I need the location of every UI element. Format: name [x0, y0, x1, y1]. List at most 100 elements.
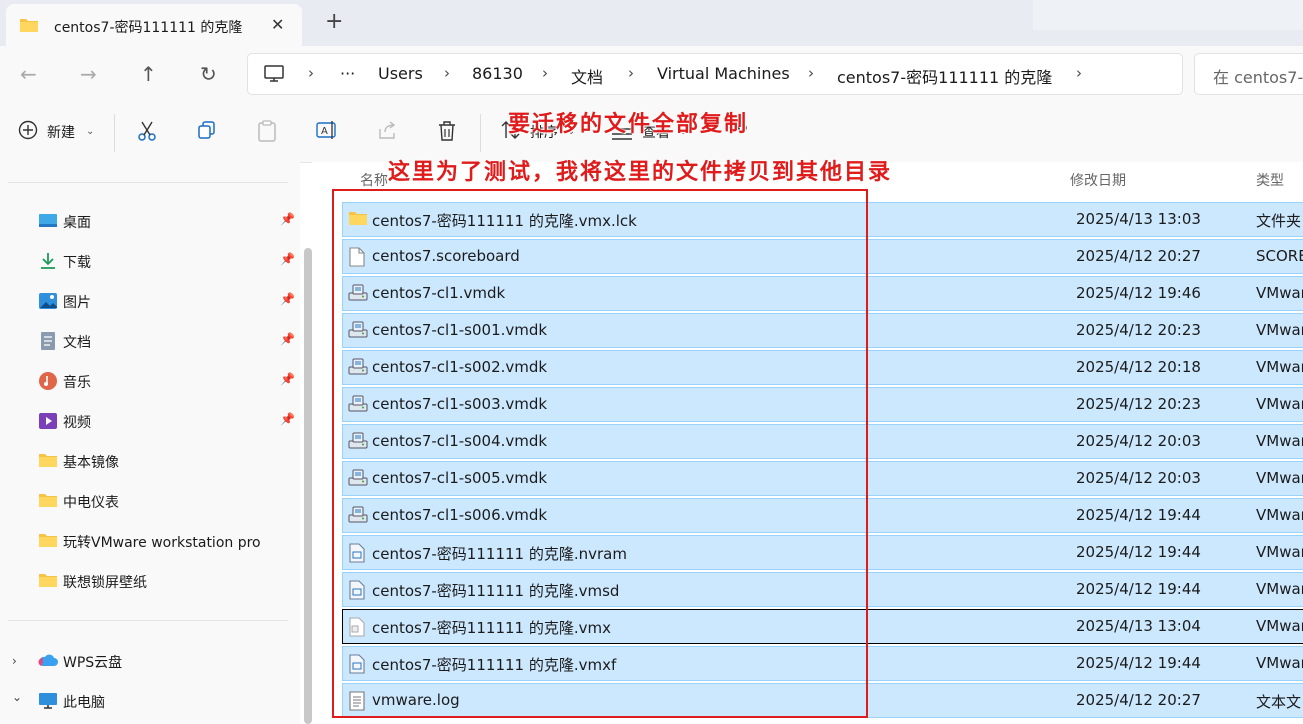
file-type: VMwar	[1256, 469, 1303, 487]
breadcrumb-item[interactable]: 文档	[571, 64, 603, 88]
navigation-pane: 桌面 📌 下载 📌 图片 📌 文档 📌 音乐 📌 视频 📌 基本镜像 中电仪表 …	[0, 162, 300, 724]
address-bar[interactable]: › ··· Users › 86130 › 文档 › Virtual Machi…	[247, 53, 1183, 95]
breadcrumb-item[interactable]: Users	[378, 64, 423, 83]
music-icon	[38, 372, 58, 390]
sidebar-item-pictures[interactable]: 图片 📌	[36, 286, 296, 318]
sidebar-item-downloads[interactable]: 下载 📌	[36, 246, 296, 278]
file-type: VMwar	[1256, 395, 1303, 413]
file-date: 2025/4/13 13:04	[1076, 617, 1201, 635]
paste-icon[interactable]	[257, 120, 277, 146]
file-type: 文本文	[1256, 693, 1302, 711]
file-date: 2025/4/12 19:44	[1076, 580, 1201, 598]
file-date: 2025/4/12 20:03	[1076, 469, 1201, 487]
file-date: 2025/4/12 19:44	[1076, 654, 1201, 672]
folder-icon	[38, 492, 58, 510]
this-pc-icon[interactable]	[264, 65, 284, 87]
chevron-down-icon[interactable]: ⌄	[12, 690, 22, 704]
pin-icon[interactable]: 📌	[280, 252, 295, 266]
tab-bar: centos7-密码111111 的克隆 ✕ +	[0, 0, 1303, 46]
sidebar-scrollbar[interactable]	[304, 248, 312, 724]
breadcrumb-item[interactable]: Virtual Machines	[657, 64, 790, 83]
column-header-type[interactable]: 类型	[1256, 170, 1284, 190]
search-input[interactable]: 在 centos7-	[1194, 53, 1303, 95]
file-type: VMwar	[1256, 580, 1303, 598]
cut-icon[interactable]	[137, 120, 157, 146]
file-type: VMwar	[1256, 432, 1303, 450]
rename-icon[interactable]: A	[316, 120, 338, 144]
close-icon[interactable]: ✕	[271, 15, 284, 34]
sidebar-item-wps-cloud[interactable]: WPS云盘	[36, 646, 296, 678]
videos-icon	[38, 412, 58, 430]
folder-icon	[38, 452, 58, 470]
tab-title: centos7-密码111111 的克隆	[54, 20, 243, 36]
breadcrumb-item[interactable]: 86130	[472, 64, 523, 83]
address-row: ← → ↑ ↻ › ··· Users › 86130 › 文档 › Virtu…	[0, 46, 1303, 104]
back-icon[interactable]: ←	[20, 62, 37, 86]
new-button[interactable]: 新建	[47, 122, 75, 142]
new-tab-button[interactable]: +	[325, 9, 343, 34]
delete-icon[interactable]	[437, 120, 457, 146]
sidebar-item-label: 玩转VMware workstation pro	[63, 535, 261, 551]
breadcrumb-item-current[interactable]: centos7-密码111111 的克隆	[837, 64, 1052, 88]
sidebar-item-label: 图片	[63, 295, 91, 311]
sidebar-item-this-pc[interactable]: 此电脑	[36, 686, 296, 718]
sidebar-item-folder[interactable]: 中电仪表	[36, 486, 296, 518]
sidebar-item-music[interactable]: 音乐 📌	[36, 366, 296, 398]
file-type: VMwar	[1256, 284, 1303, 302]
breadcrumb-more[interactable]: ···	[340, 64, 355, 83]
file-type: VMwar	[1256, 617, 1303, 635]
sidebar-item-videos[interactable]: 视频 📌	[36, 406, 296, 438]
chevron-down-icon[interactable]: ⌄	[86, 126, 94, 137]
file-date: 2025/4/12 20:18	[1076, 358, 1201, 376]
sidebar-item-label: 联想锁屏壁纸	[63, 575, 147, 591]
chevron-right-icon[interactable]: ›	[808, 64, 814, 82]
sidebar-item-desktop[interactable]: 桌面 📌	[36, 206, 296, 238]
chevron-right-icon[interactable]: ›	[1076, 64, 1082, 82]
tab-current[interactable]: centos7-密码111111 的克隆 ✕	[6, 4, 302, 46]
pin-icon[interactable]: 📌	[280, 212, 295, 226]
wps-cloud-icon	[38, 652, 58, 670]
titlebar-blank	[1033, 0, 1303, 30]
sidebar-item-folder[interactable]: 联想锁屏壁纸	[36, 566, 296, 598]
file-date: 2025/4/12 20:27	[1076, 691, 1201, 709]
chevron-right-icon[interactable]: ›	[12, 654, 17, 668]
sidebar-item-folder[interactable]: 基本镜像	[36, 446, 296, 478]
separator	[114, 114, 115, 152]
chevron-right-icon[interactable]: ›	[542, 64, 548, 82]
file-date: 2025/4/12 19:44	[1076, 543, 1201, 561]
sidebar-item-folder[interactable]: 玩转VMware workstation pro	[36, 526, 296, 558]
column-header-date[interactable]: 修改日期	[1070, 170, 1126, 190]
sidebar-item-documents[interactable]: 文档 📌	[36, 326, 296, 358]
chevron-right-icon[interactable]: ›	[628, 64, 634, 82]
chevron-right-icon[interactable]: ›	[308, 64, 314, 82]
sidebar-item-label: 桌面	[63, 215, 91, 231]
file-date: 2025/4/12 20:27	[1076, 247, 1201, 265]
chevron-right-icon[interactable]: ›	[444, 64, 450, 82]
this-pc-icon	[38, 692, 58, 710]
pin-icon[interactable]: 📌	[280, 372, 295, 386]
search-placeholder: 在 centos7-	[1213, 68, 1303, 87]
share-icon[interactable]	[377, 120, 397, 144]
file-type: SCORE	[1256, 247, 1303, 265]
svg-text:A: A	[321, 126, 328, 137]
separator	[480, 114, 481, 152]
file-type: VMwar	[1256, 358, 1303, 376]
pin-icon[interactable]: 📌	[280, 292, 295, 306]
copy-icon[interactable]	[197, 120, 217, 144]
pin-icon[interactable]: 📌	[280, 412, 295, 426]
file-type: VMwar	[1256, 543, 1303, 561]
pin-icon[interactable]: 📌	[280, 332, 295, 346]
file-date: 2025/4/12 20:23	[1076, 321, 1201, 339]
file-type: VMwar	[1256, 321, 1303, 339]
sidebar-item-label: 中电仪表	[63, 495, 119, 511]
annotation-text: 这里为了测试，我将这里的文件拷贝到其他目录	[388, 159, 893, 185]
refresh-icon[interactable]: ↻	[200, 62, 217, 86]
forward-icon[interactable]: →	[80, 62, 97, 86]
up-icon[interactable]: ↑	[140, 62, 157, 86]
download-icon	[38, 252, 58, 270]
sidebar-item-label: 音乐	[63, 375, 91, 391]
plus-circle-icon[interactable]	[18, 120, 38, 144]
sidebar-item-label: 此电脑	[63, 695, 105, 711]
column-header-name[interactable]: 名称	[360, 170, 388, 190]
desktop-icon	[38, 212, 58, 230]
